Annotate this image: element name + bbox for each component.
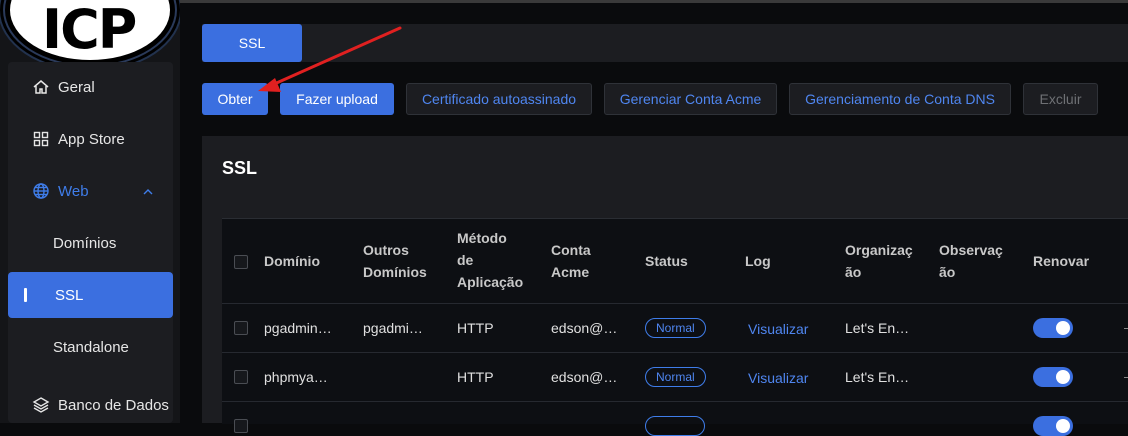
annotation-arrow-icon bbox=[258, 26, 402, 92]
